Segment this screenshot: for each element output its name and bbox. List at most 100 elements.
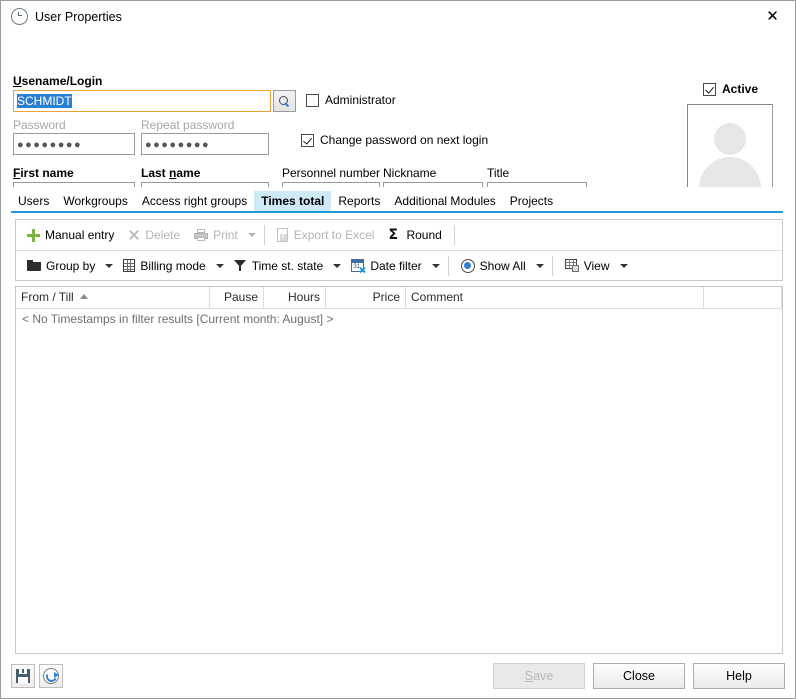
checkbox-box	[703, 83, 716, 96]
repeat-password-value: ●●●●●●●●	[145, 139, 210, 151]
delete-button[interactable]: Delete	[121, 224, 187, 246]
date-filter-dropdown-arrow[interactable]	[429, 260, 443, 272]
export-to-excel-label: Export to Excel	[294, 228, 375, 242]
save-button[interactable]: Save	[493, 663, 585, 689]
personnel-number-label: Personnel number	[282, 166, 380, 180]
billing-mode-label: Billing mode	[140, 259, 205, 273]
view-button[interactable]: View	[558, 255, 617, 277]
x-icon	[128, 229, 140, 241]
nickname-label: Nickname	[383, 166, 436, 180]
date-filter-button[interactable]: 31 Date filter	[344, 255, 428, 277]
funnel-icon	[234, 259, 247, 272]
footer-bar: Save Close Help	[1, 654, 795, 698]
active-label: Active	[722, 82, 758, 96]
folder-icon	[27, 260, 41, 272]
column-header-price[interactable]: Price	[326, 287, 406, 308]
date-filter-label: Date filter	[370, 259, 421, 273]
toolbar-row-actions: Manual entry Delete Print x Export to Ex…	[16, 220, 782, 250]
printer-icon	[194, 229, 208, 241]
toolbar-separator	[264, 225, 265, 245]
print-dropdown-arrow[interactable]	[245, 229, 259, 241]
excel-export-icon: x	[277, 228, 289, 242]
close-button[interactable]: Close	[593, 663, 685, 689]
billing-mode-button[interactable]: Billing mode	[116, 255, 212, 277]
save-icon-button[interactable]	[11, 664, 35, 688]
username-search-button[interactable]	[273, 90, 296, 112]
view-grid-icon	[565, 259, 579, 272]
help-button[interactable]: Help	[693, 663, 785, 689]
refresh-icon	[43, 668, 59, 684]
password-value: ●●●●●●●●	[17, 139, 82, 151]
change-password-checkbox[interactable]: Change password on next login	[301, 133, 488, 147]
password-input[interactable]: ●●●●●●●●	[13, 133, 135, 155]
billing-mode-dropdown-arrow[interactable]	[213, 260, 227, 272]
magnifier-icon	[279, 96, 290, 107]
title-label: Title	[487, 166, 509, 180]
eye-icon	[461, 259, 475, 273]
username-value: SCHMIDT	[17, 94, 72, 108]
first-name-label: First name	[13, 166, 74, 180]
user-placeholder-icon	[690, 107, 770, 197]
export-to-excel-button[interactable]: x Export to Excel	[270, 224, 382, 246]
manual-entry-label: Manual entry	[45, 228, 114, 242]
round-button[interactable]: Σ Round	[381, 224, 448, 246]
sort-ascending-icon	[80, 294, 88, 299]
title-bar: User Properties ✕	[1, 1, 795, 32]
user-form: Usename/Login SCHMIDT Password ●●●●●●●● …	[1, 32, 795, 187]
administrator-checkbox[interactable]: Administrator	[306, 93, 396, 107]
column-header-comment[interactable]: Comment	[406, 287, 704, 308]
refresh-icon-button[interactable]	[39, 664, 63, 688]
column-header-pause[interactable]: Pause	[210, 287, 264, 308]
save-accel: S	[525, 669, 533, 683]
avatar[interactable]	[687, 104, 773, 200]
repeat-password-input[interactable]: ●●●●●●●●	[141, 133, 269, 155]
show-all-button[interactable]: Show All	[454, 255, 533, 277]
group-by-button[interactable]: Group by	[20, 255, 102, 277]
save-label: ave	[533, 669, 553, 683]
view-dropdown-arrow[interactable]	[617, 260, 631, 272]
floppy-disk-icon	[16, 669, 30, 683]
change-password-label: Change password on next login	[320, 133, 488, 147]
column-header-from-till[interactable]: From / Till	[16, 287, 210, 308]
tab-times-total[interactable]: Times total	[254, 191, 331, 213]
group-by-label: Group by	[46, 259, 95, 273]
tab-workgroups[interactable]: Workgroups	[56, 191, 134, 213]
window-title: User Properties	[35, 10, 122, 24]
sigma-icon: Σ	[388, 228, 401, 242]
clock-icon	[11, 8, 28, 25]
administrator-label: Administrator	[325, 93, 396, 107]
view-label: View	[584, 259, 610, 273]
toolbar-row-filters: Group by Billing mode Time st. state	[16, 250, 782, 280]
active-checkbox[interactable]: Active	[703, 82, 758, 96]
tab-bar: Users Workgroups Access right groups Tim…	[1, 187, 795, 213]
tab-users[interactable]: Users	[11, 191, 56, 213]
times-total-panel: Manual entry Delete Print x Export to Ex…	[1, 213, 795, 654]
show-all-label: Show All	[480, 259, 526, 273]
column-header-hours[interactable]: Hours	[264, 287, 326, 308]
column-header-filler[interactable]	[704, 287, 782, 308]
toolbar-separator	[448, 256, 449, 276]
username-label: Usename/Login	[13, 74, 102, 88]
grid-header: From / Till Pause Hours Price Comment	[16, 287, 782, 309]
manual-entry-button[interactable]: Manual entry	[20, 224, 121, 246]
tab-projects[interactable]: Projects	[503, 191, 560, 213]
tab-access-right-groups[interactable]: Access right groups	[135, 191, 254, 213]
print-button[interactable]: Print	[187, 224, 245, 246]
time-st-state-dropdown-arrow[interactable]	[330, 260, 344, 272]
repeat-password-label: Repeat password	[141, 118, 234, 132]
toolbar-separator	[454, 225, 455, 245]
show-all-dropdown-arrow[interactable]	[533, 260, 547, 272]
group-by-dropdown-arrow[interactable]	[102, 260, 116, 272]
checkbox-box	[306, 94, 319, 107]
user-properties-window: User Properties ✕ Usename/Login SCHMIDT …	[0, 0, 796, 699]
timestamps-grid: From / Till Pause Hours Price Comment < …	[15, 286, 783, 654]
plus-icon	[27, 229, 40, 242]
toolbar-panel: Manual entry Delete Print x Export to Ex…	[15, 219, 783, 281]
username-input[interactable]: SCHMIDT	[13, 90, 271, 112]
close-icon[interactable]: ✕	[750, 1, 795, 31]
tab-additional-modules[interactable]: Additional Modules	[387, 191, 502, 213]
tab-reports[interactable]: Reports	[331, 191, 387, 213]
time-st-state-button[interactable]: Time st. state	[227, 255, 331, 277]
toolbar-separator	[552, 256, 553, 276]
last-name-label: Last name	[141, 166, 200, 180]
